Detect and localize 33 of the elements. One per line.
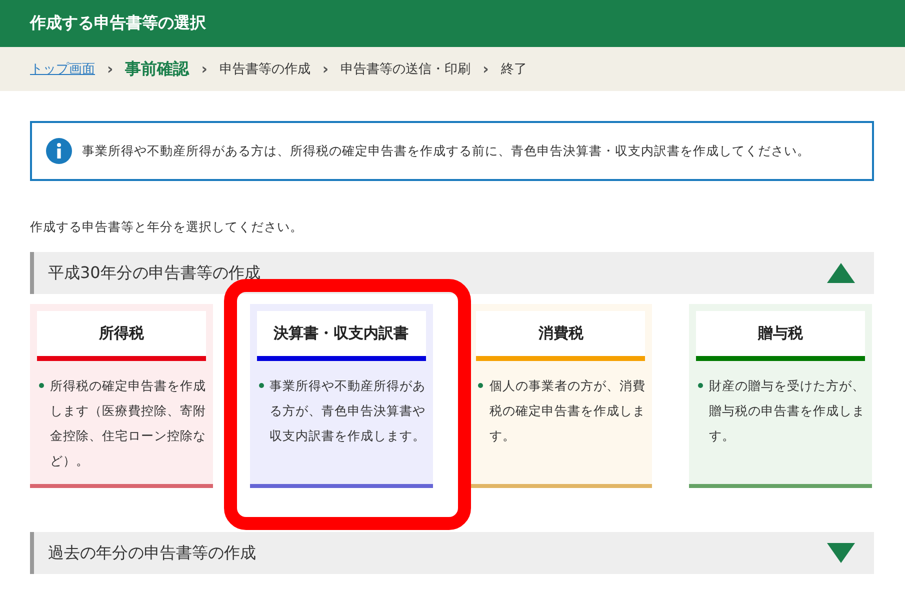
card-title: 消費税 bbox=[476, 311, 646, 361]
breadcrumb-step: 申告書等の送信・印刷 bbox=[340, 60, 471, 78]
separator-icon: › bbox=[482, 60, 489, 78]
separator-icon: › bbox=[201, 60, 208, 78]
separator-icon: › bbox=[107, 60, 114, 78]
card-title: 所得税 bbox=[37, 311, 206, 361]
bullet-icon bbox=[39, 383, 44, 388]
card-description: 所得税の確定申告書を作成します（医療費控除、寄附金控除、住宅ローン控除など）。 bbox=[50, 377, 206, 470]
card-title: 贈与税 bbox=[696, 311, 865, 361]
card-description: 財産の贈与を受けた方が、贈与税の申告書を作成します。 bbox=[708, 377, 865, 445]
instruction-text: 作成する申告書等と年分を選択してください。 bbox=[30, 219, 304, 236]
breadcrumb-step: 事前確認 bbox=[125, 58, 190, 80]
page-title: 作成する申告書等の選択 bbox=[30, 13, 206, 34]
section-header[interactable]: 過去の年分の申告書等の作成 bbox=[30, 532, 874, 574]
notice-text: 事業所得や不動産所得がある方は、所得税の確定申告書を作成する前に、青色申告決算書・収支内訳書を作成してください。 bbox=[82, 142, 810, 160]
info-icon bbox=[46, 138, 72, 164]
card-title: 決算書・収支内訳書 bbox=[256, 311, 426, 361]
separator-icon: › bbox=[322, 60, 329, 78]
card[interactable]: 贈与税 財産の贈与を受けた方が、贈与税の申告書を作成します。 bbox=[688, 304, 872, 488]
section-header[interactable]: 平成30年分の申告書等の作成 bbox=[30, 252, 874, 294]
bullet-icon bbox=[258, 383, 264, 388]
breadcrumb-step: 申告書等の作成 bbox=[219, 60, 310, 78]
breadcrumb-link[interactable]: トップ画面 bbox=[30, 60, 95, 78]
card[interactable]: 消費税 個人の事業者の方が、消費税の確定申告書を作成します。 bbox=[469, 304, 652, 488]
bullet-icon bbox=[478, 383, 484, 388]
collapse-icon[interactable] bbox=[826, 262, 856, 284]
card-description: 個人の事業者の方が、消費税の確定申告書を作成します。 bbox=[489, 377, 646, 445]
breadcrumb-step: 終了 bbox=[500, 60, 527, 78]
card[interactable]: 所得税 所得税の確定申告書を作成します（医療費控除、寄附金控除、住宅ローン控除など）。 bbox=[30, 304, 213, 488]
expand-icon[interactable] bbox=[826, 542, 856, 564]
card[interactable]: 決算書・収支内訳書 事業所得や不動産所得がある方が、青色申告決算書や収支内訳書を作成します。 bbox=[250, 304, 433, 488]
bullet-icon bbox=[698, 383, 703, 388]
card-description: 事業所得や不動産所得がある方が、青色申告決算書や収支内訳書を作成します。 bbox=[270, 377, 426, 445]
